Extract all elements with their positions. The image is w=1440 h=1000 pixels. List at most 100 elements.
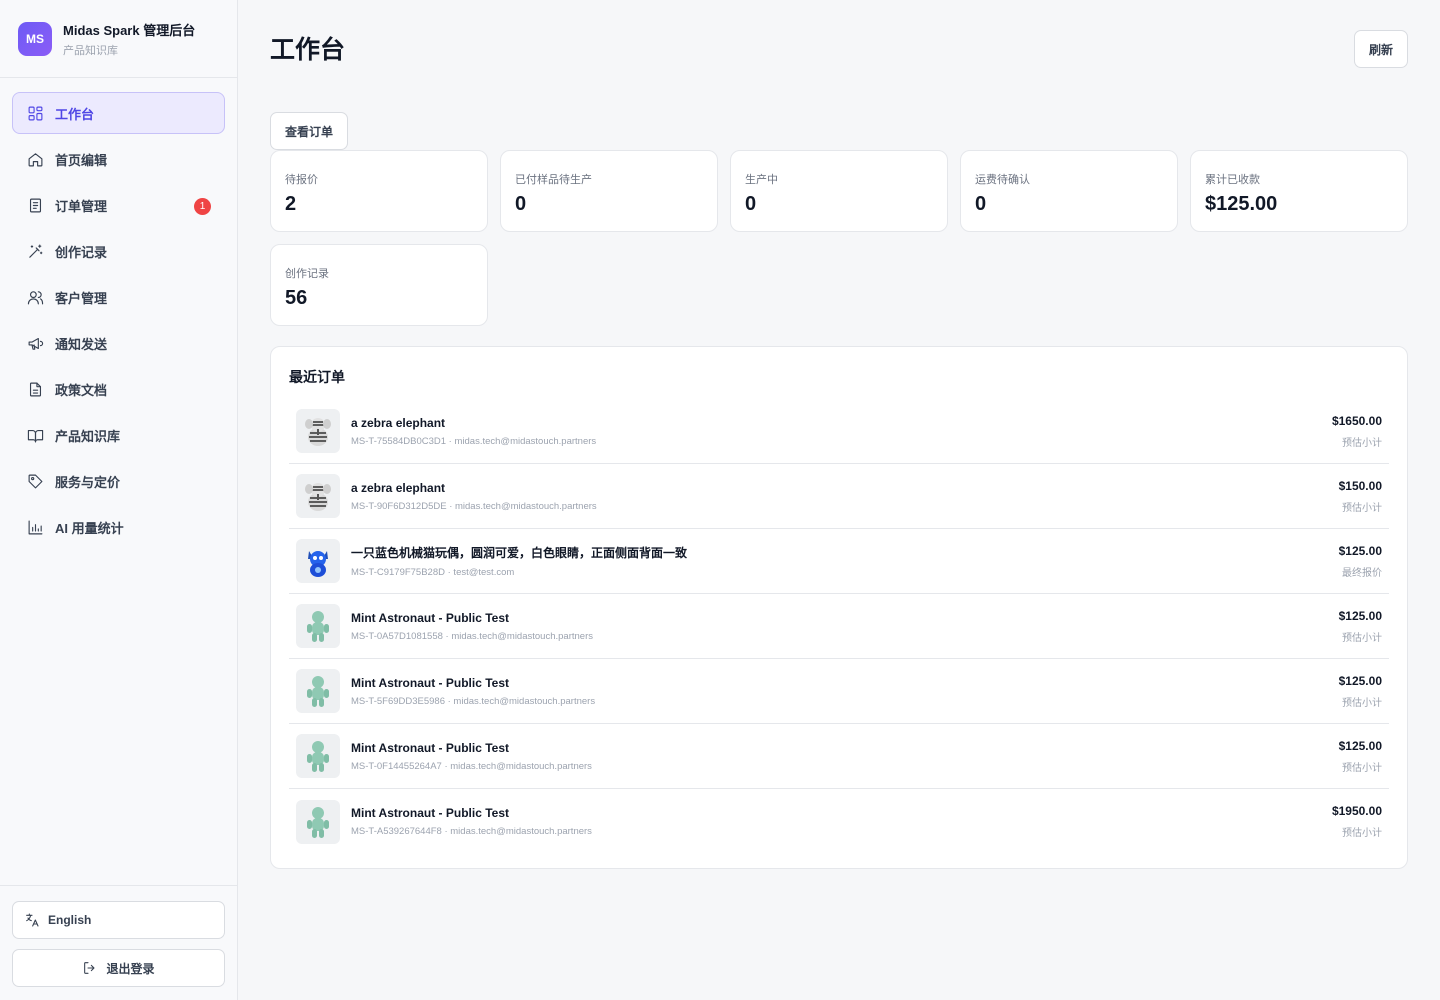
sidebar-item-customers[interactable]: 客户管理	[12, 276, 225, 318]
language-switch-button[interactable]: English	[12, 901, 225, 939]
sidebar-item-creations[interactable]: 创作记录	[12, 230, 225, 272]
order-amount: $125.00	[1338, 543, 1382, 558]
order-thumbnail	[296, 669, 340, 713]
order-info: a zebra elephant MS-T-90F6D312D5DE · mida…	[351, 481, 1339, 512]
order-name: Mint Astronaut - Public Test	[351, 610, 509, 625]
order-amount: $125.00	[1338, 608, 1382, 623]
document-icon	[26, 196, 44, 214]
order-amount: $125.00	[1338, 673, 1382, 688]
table-row[interactable]: Mint Astronaut - Public Test MS-T-0F14455…	[289, 724, 1389, 789]
stat-value: 56	[285, 287, 308, 309]
recent-orders-list: a zebra elephant MS-T-75584DB0C3D1 · mida…	[289, 399, 1389, 854]
order-amount-note: 预估小计	[1342, 437, 1382, 449]
stat-card-creations: 创作记录 56	[270, 244, 488, 326]
sidebar-item-dashboard[interactable]: 工作台	[12, 92, 225, 134]
sidebar-item-notifications[interactable]: 通知发送	[12, 322, 225, 364]
sidebar-item-label: 创作记录	[55, 244, 108, 260]
magic-wand-icon	[26, 242, 44, 260]
logout-label: 退出登录	[106, 961, 155, 976]
order-amount: $125.00	[1338, 738, 1382, 753]
stat-value: 2	[285, 193, 297, 215]
order-amount-block: $150.00 预估小计	[1339, 479, 1382, 514]
dashboard-icon	[26, 104, 44, 122]
recent-orders-panel: 最近订单 a zebra elephant MS-T-75584DB0C3D1 ·…	[270, 346, 1408, 869]
sidebar-item-knowledge-base[interactable]: 产品知识库	[12, 414, 225, 456]
stat-label: 已付样品待生产	[515, 174, 592, 186]
table-row[interactable]: Mint Astronaut - Public Test MS-T-A539267…	[289, 789, 1389, 854]
order-amount: $150.00	[1338, 478, 1382, 493]
brand-header: MS Midas Spark 管理后台 产品知识库	[0, 0, 237, 78]
stat-card-pending-quote: 待报价 2	[270, 150, 488, 232]
order-thumbnail	[296, 604, 340, 648]
order-amount: $1650.00	[1331, 413, 1382, 428]
sidebar-item-label: 服务与定价	[55, 474, 121, 490]
home-icon	[26, 150, 44, 168]
order-amount-note: 预估小计	[1342, 502, 1382, 514]
order-amount-note: 预估小计	[1342, 697, 1382, 709]
order-amount-block: $125.00 预估小计	[1339, 609, 1382, 644]
users-icon	[26, 288, 44, 306]
order-name: a zebra elephant	[351, 415, 446, 430]
order-name: Mint Astronaut - Public Test	[351, 740, 509, 755]
sidebar-item-ai-usage[interactable]: AI 用量统计	[12, 506, 225, 548]
table-row[interactable]: Mint Astronaut - Public Test MS-T-5F69DD3…	[289, 659, 1389, 724]
sidebar-item-pricing[interactable]: 服务与定价	[12, 460, 225, 502]
sidebar-item-home-edit[interactable]: 首页编辑	[12, 138, 225, 180]
sidebar-footer: English 退出登录	[0, 885, 237, 1000]
order-amount-block: $1950.00 预估小计	[1332, 804, 1382, 839]
translate-icon	[24, 912, 40, 928]
view-orders-button[interactable]: 查看订单	[270, 112, 348, 150]
logout-button[interactable]: 退出登录	[12, 949, 225, 987]
stat-card-total-received: 累计已收款 $125.00	[1190, 150, 1408, 232]
order-amount-block: $125.00 预估小计	[1339, 674, 1382, 709]
stat-value: 0	[975, 193, 987, 215]
order-meta: MS-T-75584DB0C3D1 · midas.tech@midastouc…	[351, 435, 597, 447]
order-info: Mint Astronaut - Public Test MS-T-5F69DD3…	[351, 676, 1339, 707]
sidebar-item-label: 订单管理	[55, 198, 108, 214]
order-thumbnail	[296, 799, 340, 844]
stat-card-paid-sample: 已付样品待生产 0	[500, 150, 718, 232]
language-label: English	[48, 913, 92, 927]
table-row[interactable]: Mint Astronaut - Public Test MS-T-0A57D10…	[289, 594, 1389, 659]
order-amount-block: $125.00 最终报价	[1339, 544, 1382, 579]
order-thumbnail	[296, 539, 340, 583]
stat-value: 0	[515, 193, 527, 215]
brand-title: Midas Spark 管理后台	[63, 22, 196, 38]
sidebar-item-orders[interactable]: 订单管理 1	[12, 184, 225, 226]
order-amount-block: $1650.00 预估小计	[1332, 414, 1382, 449]
order-name: a zebra elephant	[351, 480, 446, 495]
sidebar-item-label: AI 用量统计	[55, 520, 124, 536]
order-amount: $1950.00	[1331, 804, 1382, 818]
orders-count-badge: 1	[194, 198, 211, 215]
refresh-button[interactable]: 刷新	[1354, 30, 1408, 68]
stat-value: $125.00	[1205, 193, 1278, 215]
stat-label: 待报价	[285, 174, 318, 186]
book-icon	[26, 426, 44, 444]
table-row[interactable]: a zebra elephant MS-T-75584DB0C3D1 · mida…	[289, 399, 1389, 464]
order-meta: MS-T-A539267644F8 · midas.tech@midastouc…	[351, 826, 592, 837]
order-meta: MS-T-0A57D1081558 · midas.tech@midastouc…	[351, 630, 593, 642]
sidebar-item-label: 产品知识库	[55, 428, 121, 444]
sidebar-item-label: 政策文档	[55, 382, 108, 398]
sidebar-item-label: 客户管理	[55, 290, 108, 306]
sidebar: MS Midas Spark 管理后台 产品知识库 工作台 首页编辑 订单管理 …	[0, 0, 238, 1000]
sidebar-item-label: 首页编辑	[55, 152, 108, 168]
stat-card-in-production: 生产中 0	[730, 150, 948, 232]
megaphone-icon	[26, 334, 44, 352]
bar-chart-icon	[26, 518, 44, 536]
order-meta: MS-T-C9179F75B28D · test@test.com	[351, 567, 515, 578]
order-name: Mint Astronaut - Public Test	[351, 806, 509, 820]
stat-label: 创作记录	[285, 268, 329, 280]
order-meta: MS-T-5F69DD3E5986 · midas.tech@midastouc…	[351, 695, 596, 707]
order-info: 一只蓝色机械猫玩偶，圆润可爱，白色眼睛，正面侧面背面一致 MS-T-C9179F7…	[351, 544, 1339, 578]
sidebar-item-label: 通知发送	[55, 336, 108, 352]
table-row[interactable]: 一只蓝色机械猫玩偶，圆润可爱，白色眼睛，正面侧面背面一致 MS-T-C9179F7…	[289, 529, 1389, 594]
sidebar-item-policies[interactable]: 政策文档	[12, 368, 225, 410]
order-amount-note: 最终报价	[1342, 567, 1382, 579]
brand-subtitle: 产品知识库	[63, 44, 118, 57]
stat-label: 运费待确认	[975, 174, 1030, 186]
stat-card-shipping-pending: 运费待确认 0	[960, 150, 1178, 232]
table-row[interactable]: a zebra elephant MS-T-90F6D312D5DE · mida…	[289, 464, 1389, 529]
stat-value: 0	[745, 193, 757, 215]
tag-icon	[26, 472, 44, 490]
